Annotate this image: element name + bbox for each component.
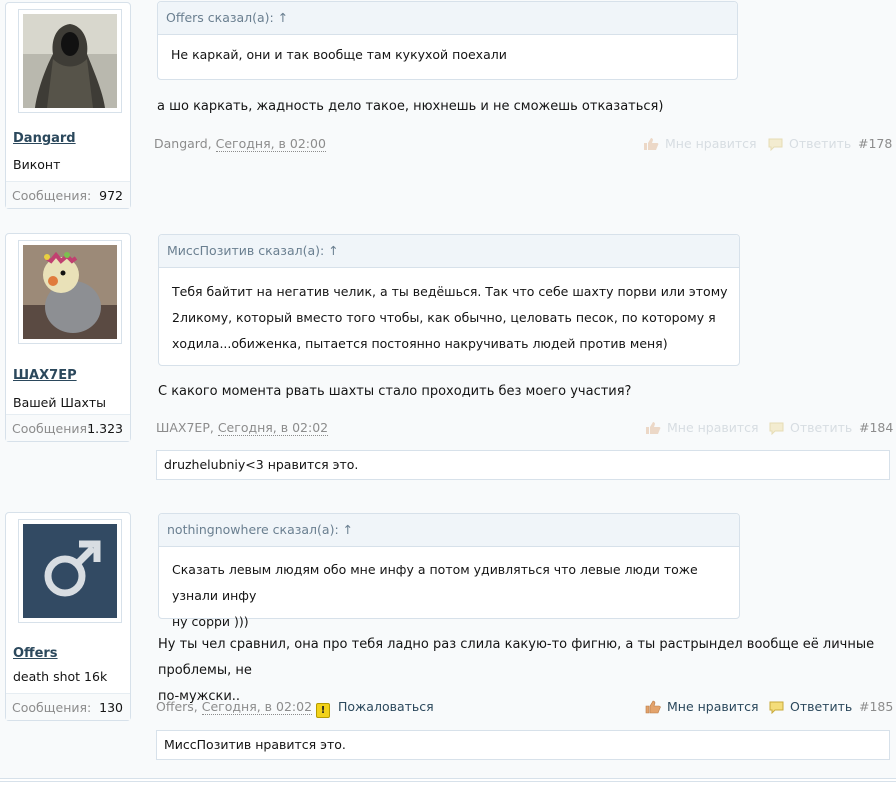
- report-button[interactable]: ! Пожаловаться: [316, 699, 434, 718]
- likes-summary: МиссПозитив нравится это.: [156, 730, 890, 760]
- quote-line: 2ликому, который вместо того чтобы, как …: [172, 310, 716, 325]
- like-button[interactable]: Мне нравится: [643, 136, 757, 151]
- message-count: Сообщения: 130: [6, 693, 130, 720]
- post-178: Dangard Виконт Сообщения: 972 Offers ска…: [0, 0, 896, 222]
- post-date[interactable]: Сегодня, в 02:00: [215, 136, 326, 152]
- message-count: Сообщения: 1.323: [6, 414, 130, 441]
- quote-line: ходила...обиженка, пытается постоянно на…: [172, 336, 668, 351]
- message-line: Ну ты чел сравнил, она про тебя ладно ра…: [158, 637, 875, 678]
- author-link[interactable]: Offers,: [156, 699, 198, 714]
- report-label: Пожаловаться: [338, 699, 434, 714]
- post-number[interactable]: #185: [859, 699, 893, 714]
- post-meta: ШАХ7ЕР, Сегодня, в 02:02: [156, 420, 329, 436]
- message-count-label: Сообщения:: [12, 421, 92, 436]
- username-link[interactable]: Offers: [13, 646, 58, 661]
- like-label: Мне нравится: [665, 136, 757, 151]
- likes-text[interactable]: druzhelubniy<3 нравится это.: [164, 457, 358, 472]
- avatar[interactable]: [18, 240, 122, 344]
- speech-bubble-icon: [769, 701, 784, 714]
- message-count-label: Сообщения:: [12, 188, 92, 203]
- quote-text: Тебя байтит на негатив челик, а ты ведёш…: [172, 279, 728, 357]
- quote-line: Не каркай, они и так вообще там кукухой …: [171, 47, 507, 62]
- quote-author[interactable]: МиссПозитив сказал(а): ↑: [167, 243, 339, 258]
- post-meta: Offers, Сегодня, в 02:02: [156, 699, 313, 715]
- author-link[interactable]: ШАХ7ЕР,: [156, 420, 214, 435]
- post-date[interactable]: Сегодня, в 02:02: [201, 699, 313, 715]
- user-panel: Dangard Виконт Сообщения: 972: [5, 2, 131, 209]
- reply-label: Ответить: [790, 699, 853, 714]
- divider: [0, 781, 896, 782]
- quote-text: Не каркай, они и так вообще там кукухой …: [171, 42, 507, 68]
- thumbs-up-icon: [646, 422, 661, 434]
- quote-block: Offers сказал(а): ↑ Не каркай, они и так…: [157, 1, 738, 80]
- message-text: С какого момента рвать шахты стало прохо…: [158, 379, 631, 405]
- quote-line: Тебя байтит на негатив челик, а ты ведёш…: [172, 284, 728, 299]
- reply-button[interactable]: Ответить: [769, 699, 852, 714]
- post-date[interactable]: Сегодня, в 02:02: [217, 420, 329, 436]
- message-count-label: Сообщения:: [12, 700, 92, 715]
- post-meta: Dangard, Сегодня, в 02:00: [154, 136, 326, 152]
- avatar-image: [23, 14, 117, 108]
- speech-bubble-icon: [768, 138, 783, 151]
- male-symbol-icon: [23, 524, 117, 618]
- thumbs-up-icon: [645, 700, 661, 714]
- reply-label: Ответить: [789, 136, 852, 151]
- reply-button[interactable]: Ответить: [768, 136, 851, 151]
- avatar-image: [23, 245, 117, 339]
- warning-icon: !: [316, 703, 330, 718]
- like-button[interactable]: Мне нравится: [645, 420, 759, 435]
- post-185: Offers death shot 16k Сообщения: 130 not…: [0, 500, 896, 779]
- message-count: Сообщения: 972: [6, 181, 130, 208]
- user-title: Виконт: [13, 157, 61, 172]
- like-button[interactable]: Мне нравится: [645, 699, 759, 714]
- quote-header[interactable]: Offers сказал(а): ↑: [158, 2, 737, 35]
- message-line: С какого момента рвать шахты стало прохо…: [158, 384, 632, 399]
- quote-header[interactable]: nothingnowhere сказал(а): ↑: [159, 514, 739, 547]
- quote-line: Сказать левым людям обо мне инфу а потом…: [172, 562, 698, 603]
- like-label: Мне нравится: [667, 420, 759, 435]
- message-text: а шо каркать, жадность дело такое, нюхне…: [157, 94, 663, 120]
- reply-label: Ответить: [790, 420, 853, 435]
- speech-bubble-icon: [769, 422, 784, 435]
- quote-text: Сказать левым людям обо мне инфу а потом…: [172, 557, 739, 635]
- username-link[interactable]: Dangard: [13, 131, 76, 146]
- likes-summary: druzhelubniy<3 нравится это.: [156, 450, 890, 480]
- thumbs-up-icon: [644, 138, 659, 150]
- reply-button[interactable]: Ответить: [769, 420, 852, 435]
- user-panel: ШАХ7ЕР Вашей Шахты Сообщения: 1.323: [5, 233, 131, 442]
- username-link[interactable]: ШАХ7ЕР: [13, 368, 77, 383]
- author-link[interactable]: Dangard,: [154, 136, 212, 151]
- avatar[interactable]: [18, 9, 122, 113]
- avatar[interactable]: [18, 519, 122, 623]
- message-count-value: 972: [99, 188, 123, 203]
- post-number[interactable]: #184: [859, 420, 893, 435]
- quote-block: nothingnowhere сказал(а): ↑ Сказать левы…: [158, 513, 740, 629]
- message-count-value: 130: [99, 700, 123, 715]
- quote-author[interactable]: nothingnowhere сказал(а): ↑: [167, 522, 353, 537]
- likes-text[interactable]: МиссПозитив нравится это.: [164, 737, 346, 752]
- post-number[interactable]: #178: [858, 136, 892, 151]
- user-title: Вашей Шахты: [13, 395, 107, 410]
- user-panel: Offers death shot 16k Сообщения: 130: [5, 512, 131, 721]
- quote-header[interactable]: МиссПозитив сказал(а): ↑: [159, 235, 739, 268]
- quote-author[interactable]: Offers сказал(а): ↑: [166, 10, 288, 25]
- message-count-value: 1.323: [87, 421, 123, 436]
- post-184: ШАХ7ЕР Вашей Шахты Сообщения: 1.323 Мисс…: [0, 221, 896, 501]
- quote-block: МиссПозитив сказал(а): ↑ Тебя байтит на …: [158, 234, 740, 366]
- user-title: death shot 16k: [13, 669, 108, 684]
- message-line: а шо каркать, жадность дело такое, нюхне…: [157, 99, 664, 114]
- like-label: Мне нравится: [667, 699, 759, 714]
